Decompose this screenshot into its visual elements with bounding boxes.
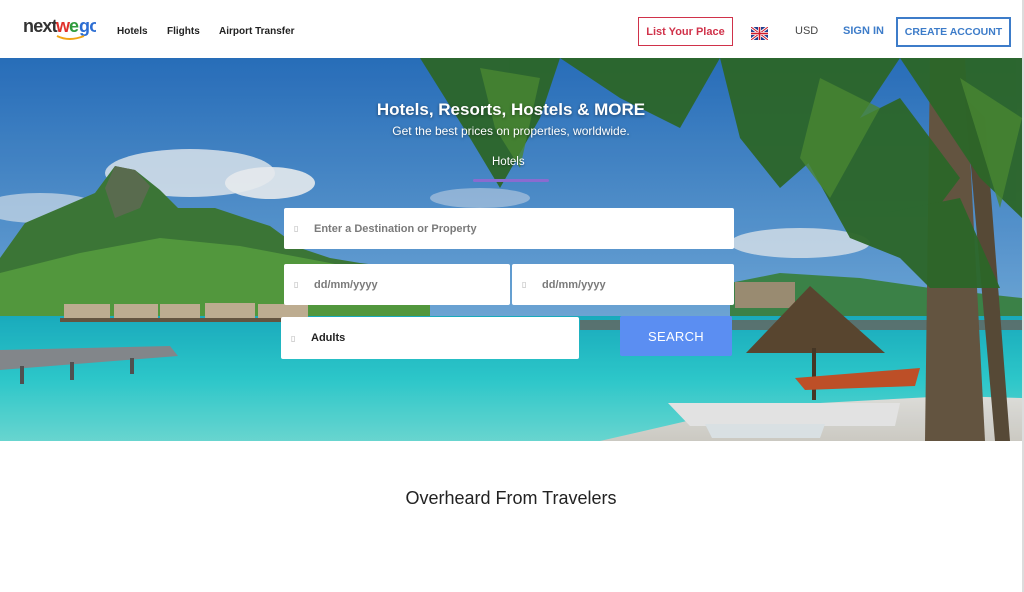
destination-input[interactable] (314, 222, 697, 235)
checkin-date-input[interactable] (314, 278, 507, 291)
calendar-icon: ▯ (294, 280, 299, 289)
nav-hotels[interactable]: Hotels (117, 26, 148, 37)
uk-flag-icon[interactable] (750, 25, 769, 42)
destination-field[interactable]: ▯ (284, 208, 734, 249)
guests-label: Adults (311, 332, 346, 344)
create-account-button[interactable]: CREATE ACCOUNT (896, 17, 1011, 47)
currency-selector[interactable]: USD (795, 25, 818, 37)
nextwego-logo[interactable]: next w e go (22, 9, 96, 45)
svg-text:e: e (69, 16, 79, 36)
top-header: next w e go Hotels Flights Airport Trans… (0, 0, 1024, 58)
search-button[interactable]: SEARCH (620, 316, 732, 356)
sign-in-link[interactable]: SIGN IN (843, 25, 884, 37)
tab-active-underline (473, 179, 549, 182)
hero-banner: Hotels, Resorts, Hostels & MORE Get the … (0, 58, 1022, 441)
checkin-field[interactable]: ▯ (284, 264, 510, 305)
list-your-place-button[interactable]: List Your Place (638, 17, 733, 46)
svg-text:go: go (79, 16, 96, 36)
guests-selector[interactable]: ▯ Adults (281, 317, 579, 359)
svg-text:next: next (23, 16, 58, 36)
location-icon: ▯ (294, 224, 299, 233)
tab-hotels[interactable]: Hotels (492, 156, 525, 168)
checkout-date-input[interactable] (542, 278, 731, 291)
hero-title: Hotels, Resorts, Hostels & MORE (376, 100, 646, 119)
calendar-icon: ▯ (522, 280, 527, 289)
nav-flights[interactable]: Flights (167, 26, 200, 37)
nav-airport-transfer[interactable]: Airport Transfer (219, 26, 295, 37)
travelers-section-title: Overheard From Travelers (405, 488, 617, 508)
checkout-field[interactable]: ▯ (512, 264, 734, 305)
hero-subtitle: Get the best prices on properties, world… (392, 124, 630, 138)
user-icon: ▯ (291, 333, 296, 343)
